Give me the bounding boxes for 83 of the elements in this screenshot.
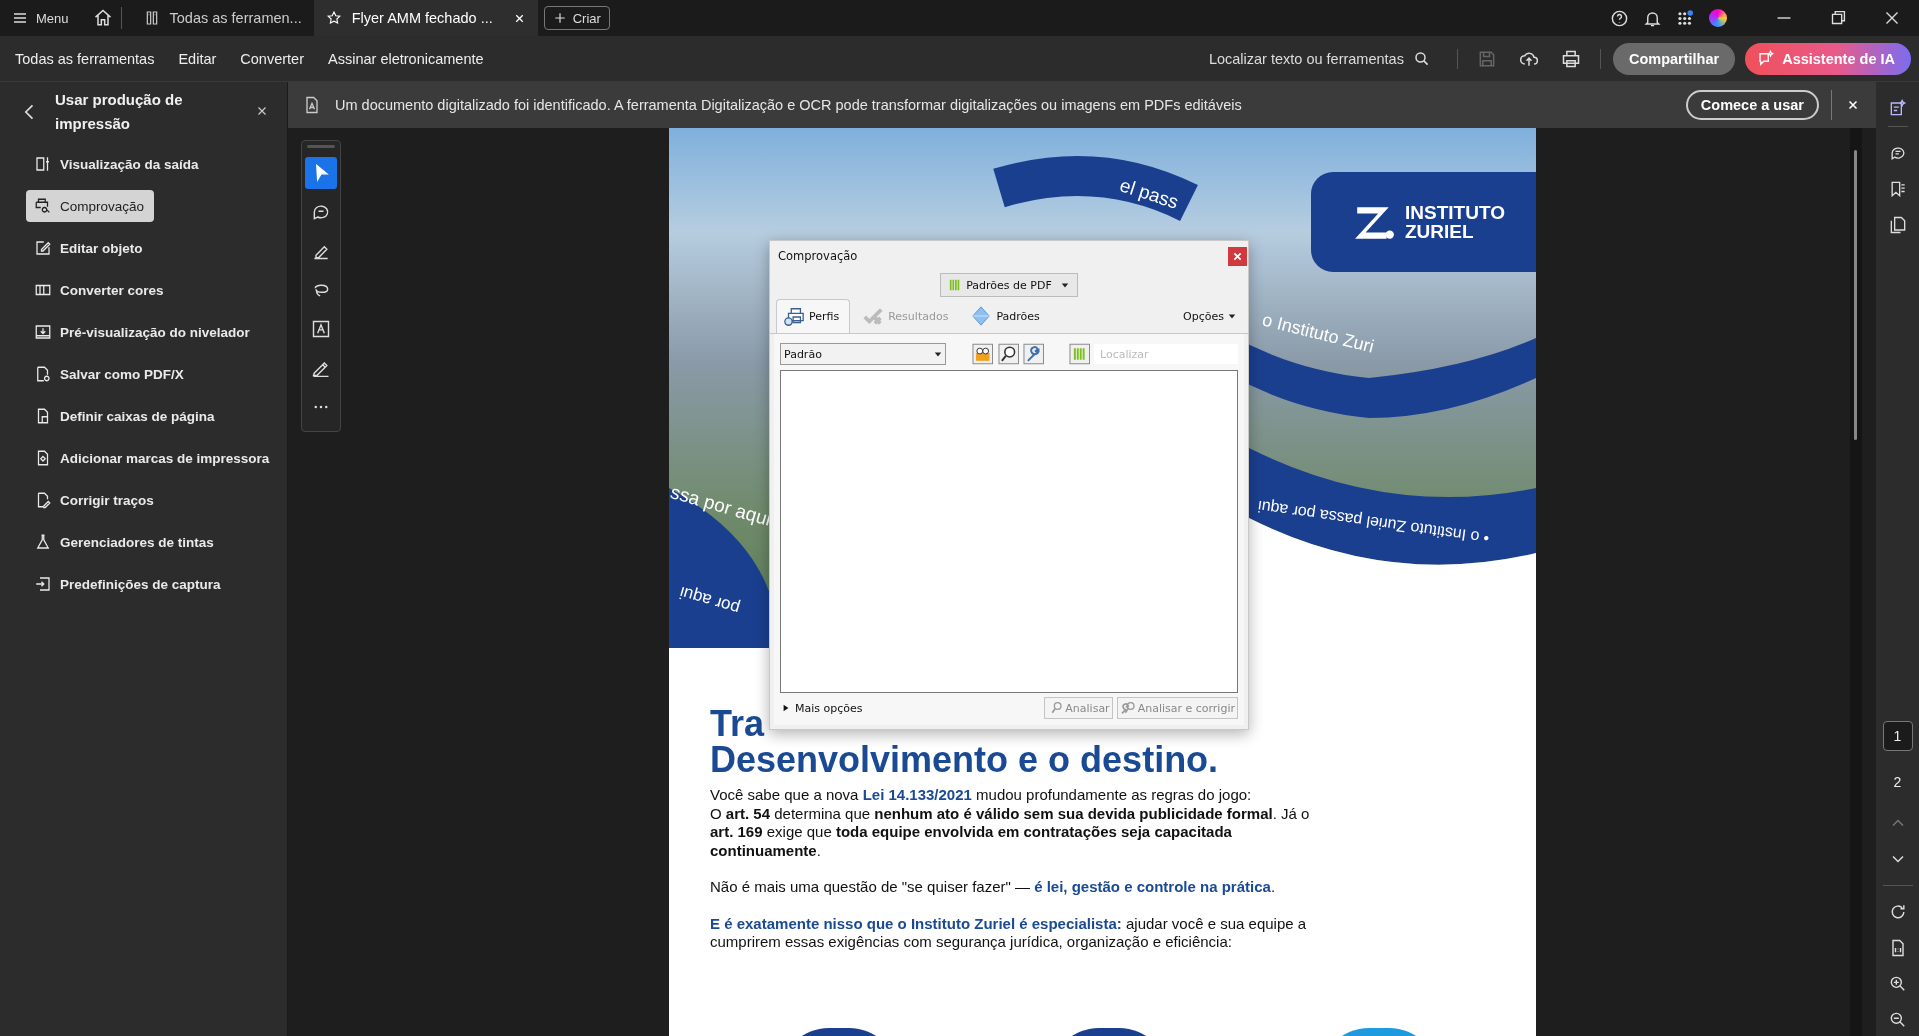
caret-icon (1060, 281, 1069, 289)
tool-list-item[interactable]: Converter cores (26, 274, 174, 306)
create-button[interactable]: Criar (543, 6, 610, 30)
scrollbar-thumb[interactable] (1854, 150, 1857, 440)
band-text: por aqui (677, 581, 742, 619)
tool-list-item[interactable]: Adicionar marcas de impressora (26, 442, 280, 474)
banner-message: Um documento digitalizado foi identificado. A ferramenta Digitalização e OCR pode transformar digitalizações ou imagens em PDFs editáveis (335, 97, 1242, 113)
profile-dropdown-button[interactable]: Padrões de PDF (940, 273, 1078, 297)
close-button[interactable] (1228, 246, 1247, 266)
wrench-magnifier-icon (1119, 700, 1136, 716)
text-recognition-icon (311, 319, 331, 339)
star-icon (325, 10, 342, 26)
more-icon (314, 405, 328, 409)
band-text: • o Instituto Zuriel passa por aqui (1256, 496, 1491, 548)
tool-list-item[interactable]: Definir caixas de página (26, 400, 225, 432)
headline: Desenvolvimento e o destino. (710, 742, 1219, 778)
apps-grid-icon[interactable] (1676, 8, 1695, 28)
flask-icon (34, 533, 52, 551)
band-text: o Instituto Zuri (1260, 309, 1376, 358)
help-icon[interactable] (1610, 8, 1629, 28)
menu-item[interactable]: Converter (240, 50, 304, 67)
tool-list-item[interactable]: Comprovação (26, 190, 155, 222)
layers-download-icon (34, 323, 52, 341)
profile-select[interactable]: Padrão (780, 343, 947, 365)
diamond-icon (970, 305, 993, 327)
search-icon (1412, 49, 1431, 68)
panel-title: Usar produção de impressão (55, 90, 184, 134)
body-paragraph: Não é mais uma questão de "se quiser fazer" — é lei, gestão e controle na prática. (710, 878, 1277, 897)
menu-item[interactable]: Todas as ferramentas (15, 50, 155, 67)
bars-icon (949, 279, 962, 291)
body-paragraph: E é exatamente nisso que o Instituto Zuriel é especialista: ajudar você e sua equipe a cumprirem essas exigências com segurança jurídica, organização e eficiência: (710, 914, 1308, 952)
page-number[interactable]: 1 (1882, 721, 1913, 751)
bars-icon[interactable] (1068, 343, 1090, 365)
avatar[interactable] (1709, 9, 1727, 27)
logo-text: ZURIEL (1405, 222, 1475, 241)
chat-sparkle-icon (1757, 49, 1776, 68)
body-paragraph: Você sabe que a nova Lei 14.133/2021 mudou profundamente as regras do jogo: O art. 54 determina que nenhum ato é válido sem sua devida publicidade formal. Já o art. 169 exige que toda equipe envolvida em contratações seja capacitada continuamente. (710, 786, 1310, 860)
binoculars-icon[interactable] (972, 343, 994, 365)
print-icon[interactable] (1560, 48, 1581, 69)
edit-icon (34, 239, 52, 257)
headline: Tra (710, 706, 765, 742)
printer-magnifier-icon (783, 305, 805, 328)
page-arrow-icon (34, 575, 52, 593)
tool-list-item[interactable]: Visualização da saída (26, 148, 209, 180)
output-preview-icon (34, 155, 52, 173)
band-text: ssa por aqui (669, 481, 774, 531)
tool-list-item[interactable]: Predefinições de captura (26, 568, 231, 600)
options-menu[interactable]: Opções (1183, 309, 1236, 323)
search-field[interactable]: Localizar (1094, 344, 1238, 364)
home-icon[interactable] (92, 8, 113, 28)
ai-edit-icon[interactable] (1887, 98, 1908, 127)
caret-icon (1228, 312, 1236, 320)
comment-icon (311, 202, 331, 222)
tool-list-item[interactable]: Corrigir traços (26, 484, 164, 516)
document-tab[interactable]: Flyer AMM fechado ... (313, 0, 538, 36)
menu-icon (12, 10, 28, 26)
dialog-tab[interactable]: Padrões (964, 299, 1050, 333)
pdf-settings-icon (34, 365, 52, 383)
band-text: el pass (1117, 174, 1182, 214)
dialog-title: Comprovação (778, 249, 858, 263)
menu-button[interactable]: Menu (12, 10, 69, 26)
wrench-icon[interactable] (1023, 343, 1045, 365)
share-button[interactable]: Compartilhar (1612, 42, 1736, 75)
page-number[interactable]: 2 (1882, 767, 1913, 797)
menu-item[interactable]: Editar (178, 50, 217, 67)
dialog-tab[interactable]: Perfis (776, 299, 851, 333)
tool-list-item[interactable]: Gerenciadores de tintas (26, 526, 224, 558)
logo-text: INSTITUTO (1405, 203, 1505, 222)
close-icon[interactable] (1846, 98, 1860, 112)
tool-list-item[interactable]: Salvar como PDF/X (26, 358, 194, 390)
tool-list-item[interactable]: Pré-visualização do nivelador (26, 316, 260, 348)
magnifier-icon[interactable] (997, 343, 1020, 365)
more-options-toggle[interactable]: Mais opções (780, 701, 863, 715)
ai-assistant-button[interactable]: Assistente de IA (1745, 42, 1911, 75)
menu-item[interactable]: Assinar eletronicamente (328, 50, 484, 67)
document-tab[interactable]: Todas as ferramen... (131, 0, 314, 36)
plus-icon (552, 11, 567, 25)
tool-list-item[interactable]: Editar objeto (26, 232, 153, 264)
search-button[interactable]: Localizar texto ou ferramentas (1208, 49, 1431, 68)
get-started-button[interactable]: Comece a usar (1685, 90, 1819, 120)
caret-icon (934, 350, 943, 358)
printer-magnifier-icon (34, 197, 52, 215)
caret-icon (782, 704, 790, 712)
